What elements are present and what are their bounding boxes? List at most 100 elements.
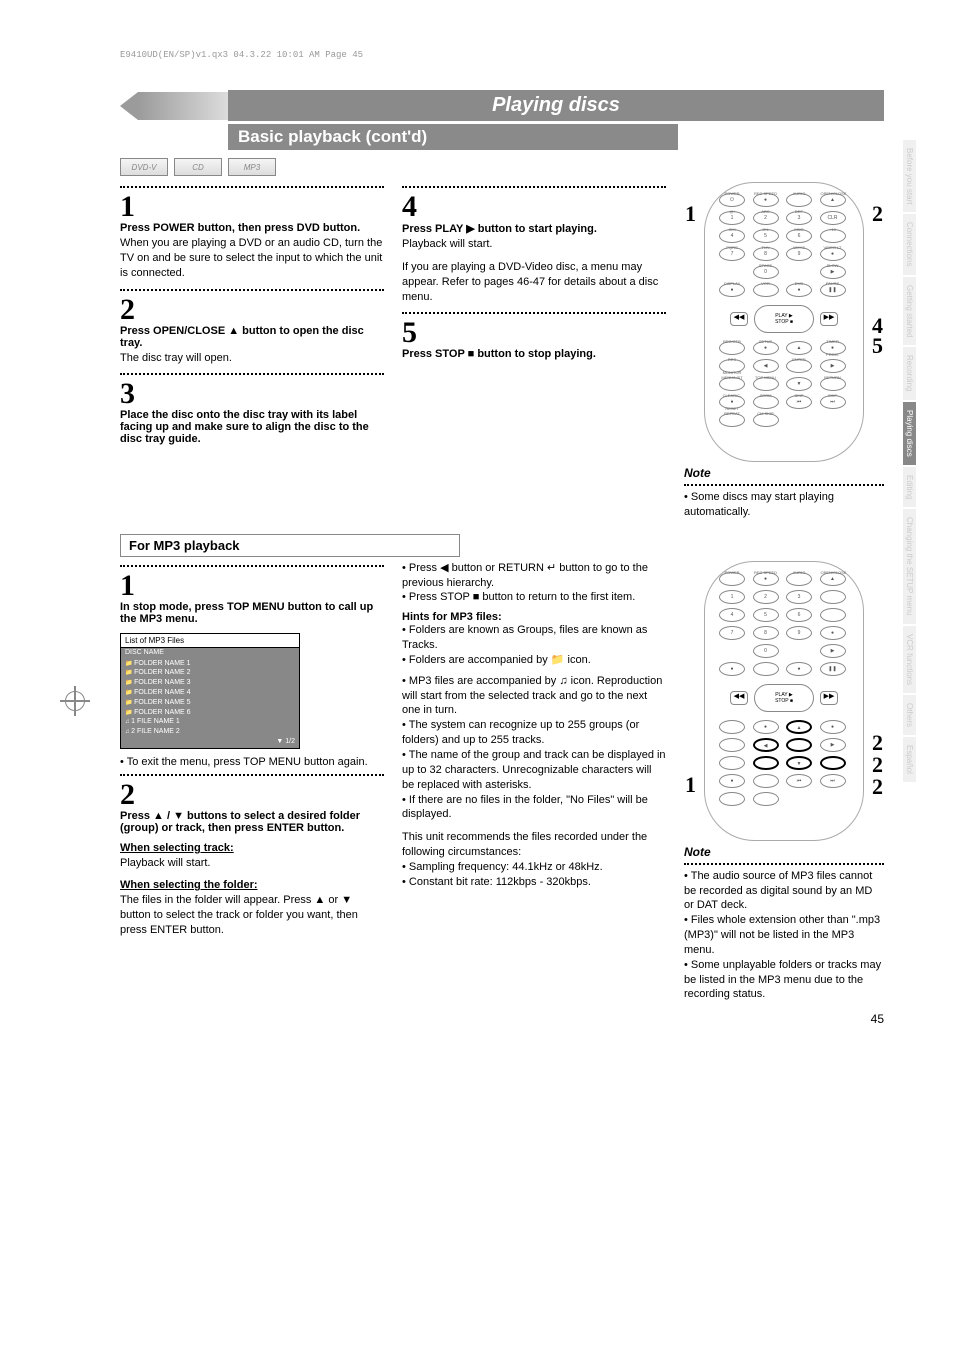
note2-b3: Some unplayable folders or tracks may be… bbox=[684, 958, 884, 1003]
r2-skipf: ⏭ bbox=[820, 774, 846, 788]
step-4-body2: If you are playing a DVD-Video disc, a m… bbox=[402, 260, 666, 305]
r2-8: 8 bbox=[753, 626, 779, 640]
step-2-num: 2 bbox=[120, 295, 384, 325]
r2-enter-highlighted bbox=[786, 738, 812, 752]
note2-b2: Files whole extension other than ".mp3 (… bbox=[684, 913, 884, 958]
fwd-button: ▶▶ bbox=[820, 312, 838, 326]
remote-col-1: 1 2 4 5 POWER⏻ REC SPEED● AUDIO OPEN/CLO… bbox=[684, 182, 884, 520]
rev-button: ◀◀ bbox=[730, 312, 748, 326]
hint-5: The name of the group and track can be d… bbox=[402, 748, 666, 793]
steps-col-left: 1 Press POWER button, then press DVD but… bbox=[120, 182, 384, 520]
tab-before: Before you start bbox=[903, 140, 916, 212]
play-stop-button: PLAY ▶ STOP ■ bbox=[754, 305, 814, 333]
step-1-body: When you are playing a DVD or an audio C… bbox=[120, 236, 384, 281]
r2-2: 2 bbox=[753, 590, 779, 604]
r2-pause: ❚❚ bbox=[820, 662, 846, 676]
r2-1: 1 bbox=[719, 590, 745, 604]
tab-setup: Changing the SETUP menu bbox=[903, 509, 916, 624]
r2-openclose: OPEN/CLOSE▲ bbox=[820, 572, 846, 586]
mp3-step2-num: 2 bbox=[120, 780, 384, 810]
hint-2: Folders are accompanied by 📁 icon. bbox=[402, 653, 666, 668]
steps-col-mid: 4 Press PLAY ▶ button to start playing. … bbox=[402, 182, 666, 520]
rec-2: Constant bit rate: 112kbps - 320kbps. bbox=[402, 875, 666, 890]
step-2-head: Press OPEN/CLOSE ▲ button to open the di… bbox=[120, 325, 384, 349]
mp3-col-mid: Press ◀ button or RETURN ↵ button to go … bbox=[402, 561, 666, 1003]
note2-label: Note bbox=[684, 845, 884, 859]
mp3-step2-head: Press ▲ / ▼ buttons to select a desired … bbox=[120, 810, 384, 834]
btn-dvd: DVD● bbox=[786, 283, 812, 297]
r2-repeat bbox=[719, 792, 745, 806]
r2-rev: ◀◀ bbox=[730, 691, 748, 705]
r2-6: 6 bbox=[786, 608, 812, 622]
btn-7: PQRS7 bbox=[719, 247, 745, 261]
mp3-screen-title: List of MP3 Files bbox=[121, 634, 299, 648]
step-4-num: 4 bbox=[402, 192, 666, 222]
r2-clear: ● bbox=[719, 774, 745, 788]
remote2-pointer-2c: 2 bbox=[872, 774, 883, 800]
hint-4: The system can recognize up to 255 group… bbox=[402, 718, 666, 748]
r2-5: 5 bbox=[753, 608, 779, 622]
tab-vcr: VCR functions bbox=[903, 626, 916, 693]
r2-playstop: PLAY ▶ STOP ■ bbox=[754, 684, 814, 712]
remote-diagram-1: 1 2 4 5 POWER⏻ REC SPEED● AUDIO OPEN/CLO… bbox=[704, 182, 864, 462]
r2-display: ● bbox=[719, 662, 745, 676]
step-4-head: Press PLAY ▶ button to start playing. bbox=[402, 222, 666, 235]
openclose-button: OPEN/CLOSE▲ bbox=[820, 193, 846, 207]
r2-p10 bbox=[820, 608, 846, 622]
hint-6: If there are no files in the folder, "No… bbox=[402, 793, 666, 823]
page-number: 45 bbox=[120, 1012, 884, 1026]
tab-editing: Editing bbox=[903, 467, 916, 507]
r2-recspeed: REC SPEED● bbox=[753, 572, 779, 586]
rec-intro: This unit recommends the files recorded … bbox=[402, 830, 666, 860]
step-1-head: Press POWER button, then press DVD butto… bbox=[120, 222, 384, 234]
tab-others: Others bbox=[903, 695, 916, 735]
r2-4: 4 bbox=[719, 608, 745, 622]
r2-3: 3 bbox=[786, 590, 812, 604]
print-header: E9410UD(EN/SP)v1.qx3 04.3.22 10:01 AM Pa… bbox=[120, 50, 884, 60]
dvd-icon: DVD-V bbox=[120, 158, 168, 176]
r2-power: POWER bbox=[719, 572, 745, 586]
r2-menulist bbox=[719, 756, 745, 770]
step-2-body: The disc tray will open. bbox=[120, 351, 384, 366]
tab-playing: Playing discs bbox=[903, 402, 916, 465]
mp3-file-1: 1 FILE NAME 1 bbox=[125, 717, 295, 727]
step-5-head: Press STOP ■ button to stop playing. bbox=[402, 348, 666, 360]
step-3-num: 3 bbox=[120, 379, 384, 409]
remote-pointer-1: 1 bbox=[685, 201, 696, 227]
r2-down-highlighted: ▼ bbox=[786, 756, 812, 770]
r2-setup: ● bbox=[753, 720, 779, 734]
rec-1: Sampling frequency: 44.1kHz or 48kHz. bbox=[402, 860, 666, 875]
mp3-section-title: For MP3 playback bbox=[120, 534, 460, 557]
title-tail bbox=[138, 92, 228, 120]
remote-diagram-2: 1 2 2 2 POWER REC SPEED● AUDIO OPEN/CLOS… bbox=[704, 561, 864, 841]
btn-display: DISPLAY● bbox=[719, 283, 745, 297]
mp3-folder-6: FOLDER NAME 6 bbox=[125, 708, 295, 718]
btn-vcr: VCR bbox=[753, 283, 779, 297]
hint-1: Folders are known as Groups, files are k… bbox=[402, 623, 666, 653]
r2-slow: ▶ bbox=[820, 644, 846, 658]
step-3-head: Place the disc onto the disc tray with i… bbox=[120, 409, 384, 445]
r2-timer: ● bbox=[820, 720, 846, 734]
mp3-stop: Press STOP ■ button to return to the fir… bbox=[402, 590, 666, 605]
note1-label: Note bbox=[684, 466, 884, 480]
r2-0: 0 bbox=[753, 644, 779, 658]
mp3-folder-1: FOLDER NAME 1 bbox=[125, 659, 295, 669]
remote-pointer-5: 5 bbox=[872, 333, 883, 359]
page-title: Playing discs bbox=[228, 90, 884, 121]
remote-pointer-2: 2 bbox=[872, 201, 883, 227]
step-1-num: 1 bbox=[120, 192, 384, 222]
when-track-h: When selecting track: bbox=[120, 842, 384, 854]
hint-3: MP3 files are accompanied by ♫ icon. Rep… bbox=[402, 674, 666, 719]
tab-getting: Getting started bbox=[903, 277, 916, 345]
r2-vcr bbox=[753, 662, 779, 676]
btn-skipb: SKIP⏮ bbox=[786, 395, 812, 409]
r2-return-highlighted bbox=[820, 756, 846, 770]
btn-timer: TIMER PROG.● bbox=[820, 341, 846, 355]
r2-left-highlighted: ◀ bbox=[753, 738, 779, 752]
note1-body: Some discs may start playing automatical… bbox=[684, 490, 884, 520]
mp3-file-2: 2 FILE NAME 2 bbox=[125, 727, 295, 737]
hints-h: Hints for MP3 files: bbox=[402, 611, 666, 623]
r2-audio: AUDIO bbox=[786, 572, 812, 586]
mp3-page-indicator: ▼ 1/2 bbox=[125, 737, 295, 746]
r2-recmon bbox=[719, 738, 745, 752]
